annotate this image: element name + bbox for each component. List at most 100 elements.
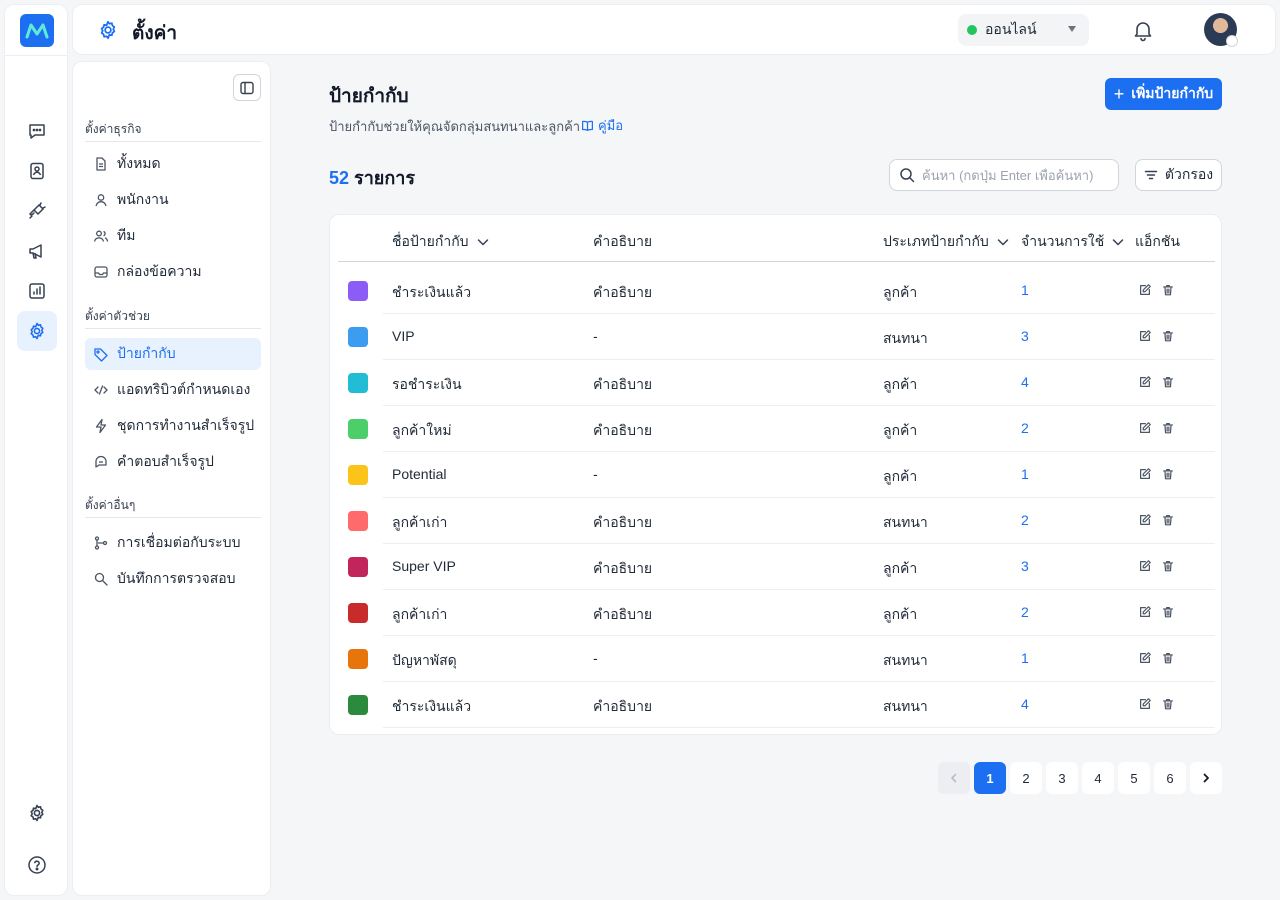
page-button-3[interactable]: 3 — [1046, 762, 1078, 794]
integration-plug-icon[interactable] — [17, 191, 57, 231]
help-icon[interactable] — [17, 845, 57, 885]
description-cell: คำอธิบาย — [593, 698, 653, 714]
sidebar-item-label: ทีม — [117, 227, 136, 243]
page-button-5[interactable]: 5 — [1118, 762, 1150, 794]
sidebar-item-label: บันทึกการตรวจสอบ — [117, 570, 236, 586]
plus-icon: + — [1113, 84, 1125, 104]
type-cell: ลูกค้า — [883, 606, 918, 622]
label-name-cell: ชำระเงินแล้ว — [392, 284, 472, 300]
sidebar-item-label: พนักงาน — [117, 191, 169, 207]
code-icon — [93, 382, 109, 398]
page-button-6[interactable]: 6 — [1154, 762, 1186, 794]
usage-count-link[interactable]: 2 — [1021, 512, 1029, 528]
page-button-2[interactable]: 2 — [1010, 762, 1042, 794]
guide-link[interactable]: คู่มือ — [581, 115, 623, 136]
next-page-button[interactable] — [1190, 762, 1222, 794]
label-name-cell: VIP — [392, 328, 415, 344]
usage-count-link[interactable]: 3 — [1021, 558, 1029, 574]
label-color-swatch — [348, 511, 368, 531]
column-header-type[interactable]: ประเภทป้ายกำกับ — [883, 231, 1010, 253]
usage-count-link[interactable]: 4 — [1021, 374, 1029, 390]
trash-icon[interactable] — [1161, 329, 1175, 343]
sidebar-item-custom-attributes[interactable]: แอดทริบิวต์กำหนดเอง — [85, 374, 261, 406]
sidebar-toggle-button[interactable] — [233, 74, 261, 101]
trash-icon[interactable] — [1161, 513, 1175, 527]
sidebar-item-staff[interactable]: พนักงาน — [85, 184, 261, 216]
trash-icon[interactable] — [1161, 697, 1175, 711]
trash-icon[interactable] — [1161, 467, 1175, 481]
column-header-name[interactable]: ชื่อป้ายกำกับ — [392, 231, 490, 253]
sidebar-item-integrations[interactable]: การเชื่อมต่อกับระบบ — [85, 527, 261, 559]
usage-count-link[interactable]: 2 — [1021, 604, 1029, 620]
page-button-1[interactable]: 1 — [974, 762, 1006, 794]
edit-icon[interactable] — [1138, 421, 1152, 435]
edit-icon[interactable] — [1138, 513, 1152, 527]
sidebar-item-inbox[interactable]: กล่องข้อความ — [85, 256, 261, 288]
trash-icon[interactable] — [1161, 283, 1175, 297]
header-divider — [338, 261, 1215, 262]
search-input[interactable] — [922, 167, 1112, 183]
add-label-button[interactable]: + เพิ่มป้ายกำกับ — [1105, 78, 1222, 110]
status-dropdown[interactable]: ออนไลน์ — [958, 14, 1089, 46]
trash-icon[interactable] — [1161, 421, 1175, 435]
page-button-4[interactable]: 4 — [1082, 762, 1114, 794]
notification-bell-icon[interactable] — [1131, 18, 1155, 42]
usage-count-link[interactable]: 4 — [1021, 696, 1029, 712]
book-icon — [581, 119, 594, 132]
trash-icon[interactable] — [1161, 375, 1175, 389]
label-color-swatch — [348, 695, 368, 715]
app-logo[interactable] — [20, 14, 54, 47]
edit-icon[interactable] — [1138, 467, 1152, 481]
edit-icon[interactable] — [1138, 329, 1152, 343]
usage-count-link[interactable]: 1 — [1021, 282, 1029, 298]
edit-icon[interactable] — [1138, 651, 1152, 665]
search-box[interactable] — [889, 159, 1119, 191]
settings-gear-icon[interactable] — [17, 311, 57, 351]
section-label-helpers: ตั้งค่าตัวช่วย — [85, 309, 150, 323]
trash-icon[interactable] — [1161, 651, 1175, 665]
sidebar-item-automation[interactable]: ชุดการทำงานสำเร็จรูป — [85, 410, 261, 442]
label-name-cell: ลูกค้าเก่า — [392, 606, 448, 622]
usage-count-link[interactable]: 1 — [1021, 650, 1029, 666]
label-color-swatch — [348, 465, 368, 485]
usage-count-link[interactable]: 1 — [1021, 466, 1029, 482]
edit-icon[interactable] — [1138, 559, 1152, 573]
label-name-cell: ชำระเงินแล้ว — [392, 698, 472, 714]
sidebar-item-audit-log[interactable]: บันทึกการตรวจสอบ — [85, 563, 261, 595]
column-header-usage[interactable]: จำนวนการใช้ — [1021, 231, 1125, 253]
edit-icon[interactable] — [1138, 283, 1152, 297]
usage-count-link[interactable]: 3 — [1021, 328, 1029, 344]
sidebar-item-canned-responses[interactable]: คำตอบสำเร็จรูป — [85, 446, 261, 478]
table-row: Super VIP คำอธิบาย ลูกค้า 3 — [330, 544, 1223, 590]
label-color-swatch — [348, 281, 368, 301]
caret-down-icon — [1068, 26, 1076, 32]
section-subtitle: ป้ายกำกับช่วยให้คุณจัดกลุ่มสนทนาและลูกค้… — [329, 119, 581, 134]
sidebar-item-all[interactable]: ทั้งหมด — [85, 148, 261, 180]
report-chart-icon[interactable] — [17, 271, 57, 311]
sidebar-item-label: แอดทริบิวต์กำหนดเอง — [117, 381, 251, 397]
filter-button[interactable]: ตัวกรอง — [1135, 159, 1222, 191]
sidebar-item-labels[interactable]: ป้ายกำกับ — [85, 338, 261, 370]
type-cell: สนทนา — [883, 514, 928, 530]
usage-count-link[interactable]: 2 — [1021, 420, 1029, 436]
table-row: ลูกค้าเก่า คำอธิบาย สนทนา 2 — [330, 498, 1223, 544]
edit-icon[interactable] — [1138, 375, 1152, 389]
megaphone-icon[interactable] — [17, 231, 57, 271]
sidebar-item-team[interactable]: ทีม — [85, 220, 261, 252]
sidebar-item-label: การเชื่อมต่อกับระบบ — [117, 534, 241, 550]
settings-gear-icon-bottom[interactable] — [17, 793, 57, 833]
sidebar-item-label: กล่องข้อความ — [117, 263, 202, 279]
table-row: ปัญหาพัสดุ - สนทนา 1 — [330, 636, 1223, 682]
edit-icon[interactable] — [1138, 697, 1152, 711]
chat-icon[interactable] — [17, 111, 57, 151]
contacts-icon[interactable] — [17, 151, 57, 191]
page-title: ตั้งค่า — [132, 23, 177, 44]
row-divider — [383, 727, 1215, 728]
trash-icon[interactable] — [1161, 559, 1175, 573]
trash-icon[interactable] — [1161, 605, 1175, 619]
rail-divider — [5, 55, 67, 56]
prev-page-button[interactable] — [938, 762, 970, 794]
edit-icon[interactable] — [1138, 605, 1152, 619]
online-status-dot — [967, 25, 977, 35]
table-row: ชำระเงินแล้ว คำอธิบาย สนทนา 4 — [330, 682, 1223, 728]
